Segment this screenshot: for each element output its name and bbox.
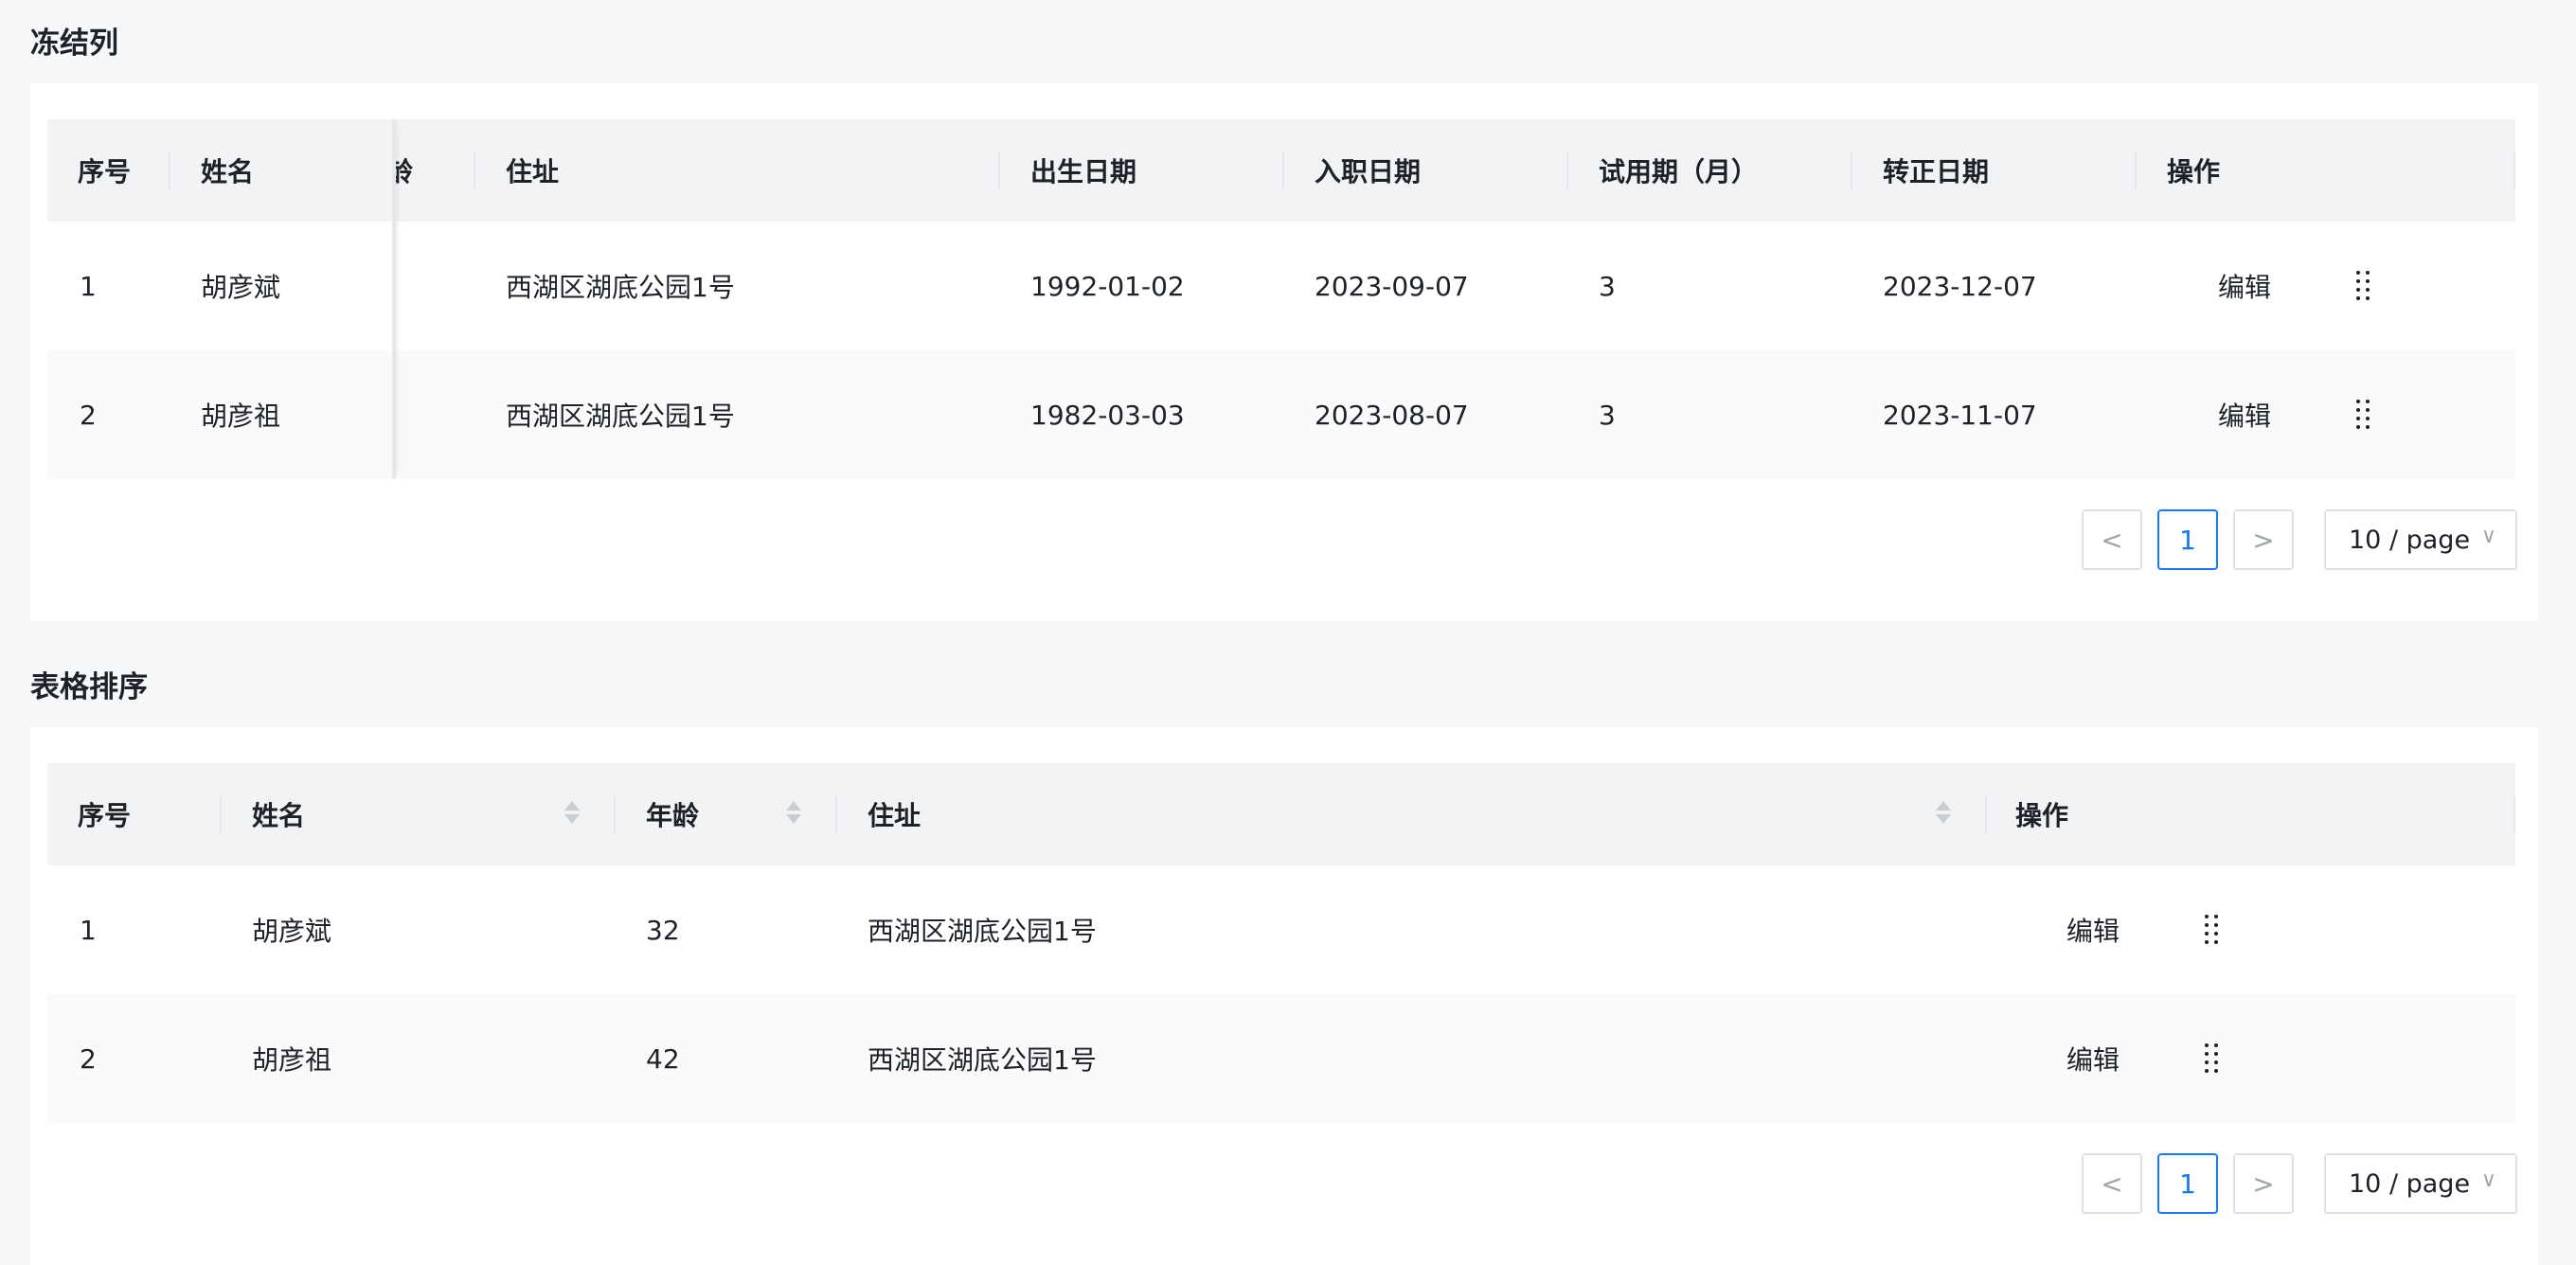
header-birth-date: 出生日期 bbox=[1030, 156, 1137, 187]
sort-icon[interactable] bbox=[564, 801, 580, 828]
cell-age: 42 bbox=[646, 1042, 680, 1075]
edit-link[interactable]: 编辑 bbox=[2218, 350, 2271, 479]
cell-probation: 3 bbox=[1599, 399, 1616, 431]
edit-link[interactable]: 编辑 bbox=[2066, 994, 2120, 1123]
header-index: 序号 bbox=[78, 800, 132, 831]
section-title-frozen-columns: 冻结列 bbox=[30, 27, 118, 61]
page-size-label: 10 / page bbox=[2349, 1168, 2471, 1199]
page-1-button[interactable]: 1 bbox=[2157, 509, 2218, 570]
cell-regular-date: 2023-11-07 bbox=[1883, 399, 2037, 431]
page-size-label: 10 / page bbox=[2349, 525, 2471, 555]
page-1-button[interactable]: 1 bbox=[2157, 1153, 2218, 1214]
chevron-down-icon: ∨ bbox=[2480, 1168, 2496, 1192]
frozen-columns-table: 序号 年龄 住址 出生日期 入职日期 试用期（月） 转正日期 操作 32 西湖区… bbox=[47, 119, 2515, 479]
sort-icon[interactable] bbox=[786, 801, 801, 828]
table-row: 42 西湖区湖底公园1号 1982-03-03 2023-08-07 3 202… bbox=[47, 350, 2515, 479]
table-header: 序号 年龄 住址 出生日期 入职日期 试用期（月） 转正日期 操作 bbox=[47, 119, 2515, 222]
table-sort-card: 序号 姓名 年龄 住址 操作 1 胡彦斌 32 西湖区湖底公园1号 编辑 2 胡… bbox=[30, 727, 2538, 1265]
table-header: 序号 姓名 年龄 住址 操作 bbox=[47, 763, 2515, 865]
cell-name: 胡彦祖 bbox=[252, 1044, 332, 1076]
drag-handle-icon[interactable] bbox=[2205, 915, 2220, 945]
header-name[interactable]: 姓名 bbox=[252, 763, 305, 865]
cell-join-date: 2023-09-07 bbox=[1315, 270, 1469, 302]
frozen-column-shadow bbox=[47, 119, 392, 479]
header-address: 住址 bbox=[506, 156, 560, 187]
frozen-columns-card: 序号 年龄 住址 出生日期 入职日期 试用期（月） 转正日期 操作 32 西湖区… bbox=[30, 83, 2538, 621]
header-probation: 试用期（月） bbox=[1599, 156, 1759, 187]
table-row: 2 胡彦祖 42 西湖区湖底公园1号 编辑 bbox=[47, 994, 2515, 1123]
cell-regular-date: 2023-12-07 bbox=[1883, 270, 2037, 302]
prev-page-button[interactable]: < bbox=[2082, 509, 2142, 570]
cell-name: 胡彦斌 bbox=[252, 916, 332, 947]
sort-icon[interactable] bbox=[1936, 801, 1951, 828]
header-address[interactable]: 住址 bbox=[868, 763, 921, 865]
drag-handle-icon[interactable] bbox=[2356, 271, 2371, 301]
table-row: 32 西湖区湖底公园1号 1992-01-02 2023-09-07 3 202… bbox=[47, 222, 2515, 350]
prev-page-button[interactable]: < bbox=[2082, 1153, 2142, 1214]
cell-address: 西湖区湖底公园1号 bbox=[868, 1044, 1097, 1076]
edit-link[interactable]: 编辑 bbox=[2218, 222, 2271, 350]
page-size-select[interactable]: 10 / page ∨ bbox=[2324, 509, 2517, 570]
cell-birth-date: 1992-01-02 bbox=[1030, 270, 1185, 302]
chevron-down-icon: ∨ bbox=[2480, 525, 2496, 548]
header-action: 操作 bbox=[2167, 156, 2221, 187]
header-action: 操作 bbox=[2015, 800, 2069, 831]
cell-probation: 3 bbox=[1599, 270, 1616, 302]
header-join-date: 入职日期 bbox=[1315, 156, 1422, 187]
cell-index: 1 bbox=[80, 914, 97, 946]
cell-address: 西湖区湖底公园1号 bbox=[506, 272, 735, 303]
cell-birth-date: 1982-03-03 bbox=[1030, 399, 1185, 431]
header-age[interactable]: 年龄 bbox=[646, 763, 699, 865]
section-title-table-sort: 表格排序 bbox=[30, 670, 148, 704]
frozen-column-divider bbox=[392, 119, 396, 479]
cell-address: 西湖区湖底公园1号 bbox=[868, 916, 1097, 947]
header-regular-date: 转正日期 bbox=[1883, 156, 1990, 187]
sortable-table: 序号 姓名 年龄 住址 操作 1 胡彦斌 32 西湖区湖底公园1号 编辑 2 胡… bbox=[47, 763, 2515, 1123]
cell-age: 32 bbox=[646, 914, 680, 946]
drag-handle-icon[interactable] bbox=[2205, 1043, 2220, 1074]
next-page-button[interactable]: > bbox=[2233, 509, 2294, 570]
cell-index: 2 bbox=[80, 1042, 97, 1075]
cell-address: 西湖区湖底公园1号 bbox=[506, 401, 735, 432]
edit-link[interactable]: 编辑 bbox=[2066, 865, 2120, 994]
page-size-select[interactable]: 10 / page ∨ bbox=[2324, 1153, 2517, 1214]
table-row: 1 胡彦斌 32 西湖区湖底公园1号 编辑 bbox=[47, 865, 2515, 994]
next-page-button[interactable]: > bbox=[2233, 1153, 2294, 1214]
cell-join-date: 2023-08-07 bbox=[1315, 399, 1469, 431]
drag-handle-icon[interactable] bbox=[2356, 400, 2371, 430]
